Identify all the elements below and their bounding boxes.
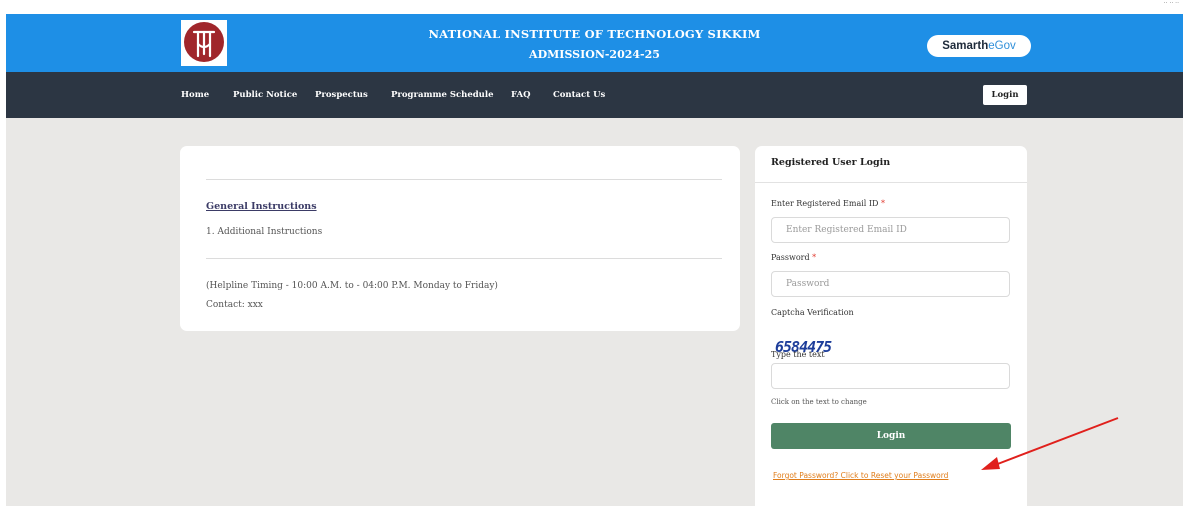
email-label-text: Enter Registered Email ID [771,199,879,208]
top-header: NATIONAL INSTITUTE OF TECHNOLOGY SIKKIM … [6,14,1183,72]
captcha-label: Captcha Verification [771,308,854,317]
annotation-arrow-icon [981,417,1119,470]
password-input[interactable] [771,271,1010,297]
divider [206,179,722,180]
required-mark: * [812,253,817,262]
nav-prospectus[interactable]: Prospectus [315,72,368,118]
captcha-hint: Click on the text to change [771,398,867,406]
instruction-item: 1. Additional Instructions [206,227,323,237]
nav-faq[interactable]: FAQ [511,72,531,118]
email-label: Enter Registered Email ID * [771,199,885,208]
contact-info: Contact: xxx [206,300,263,310]
nav-home[interactable]: Home [181,72,209,118]
instructions-card: General Instructions 1. Additional Instr… [180,146,740,331]
nav-public-notice[interactable]: Public Notice [233,72,297,118]
email-input[interactable] [771,217,1010,243]
main-nav: Home Public Notice Prospectus Programme … [6,72,1183,118]
samarth-egov-brand[interactable]: SamartheGov [927,35,1031,57]
login-card-title: Registered User Login [771,157,891,168]
brand-part-samarth: Samarth [942,40,989,52]
required-mark: * [881,199,885,208]
type-text-label: Type the text [771,350,825,359]
window-corner-marks: ·· ·· ·· [1163,0,1179,7]
general-instructions-heading: General Instructions [206,201,317,212]
header-login-button[interactable]: Login [983,85,1027,105]
password-label: Password * [771,253,816,262]
forgot-password-link[interactable]: Forgot Password? Click to Reset your Pas… [773,471,948,480]
helpline-timing: (Helpline Timing - 10:00 A.M. to - 04:00… [206,281,498,291]
divider [755,182,1027,183]
divider [206,258,722,259]
nav-programme-schedule[interactable]: Programme Schedule [391,72,494,118]
captcha-input[interactable] [771,363,1010,389]
nav-contact-us[interactable]: Contact Us [553,72,605,118]
brand-part-egov: eGov [988,40,1016,52]
password-label-text: Password [771,253,810,262]
